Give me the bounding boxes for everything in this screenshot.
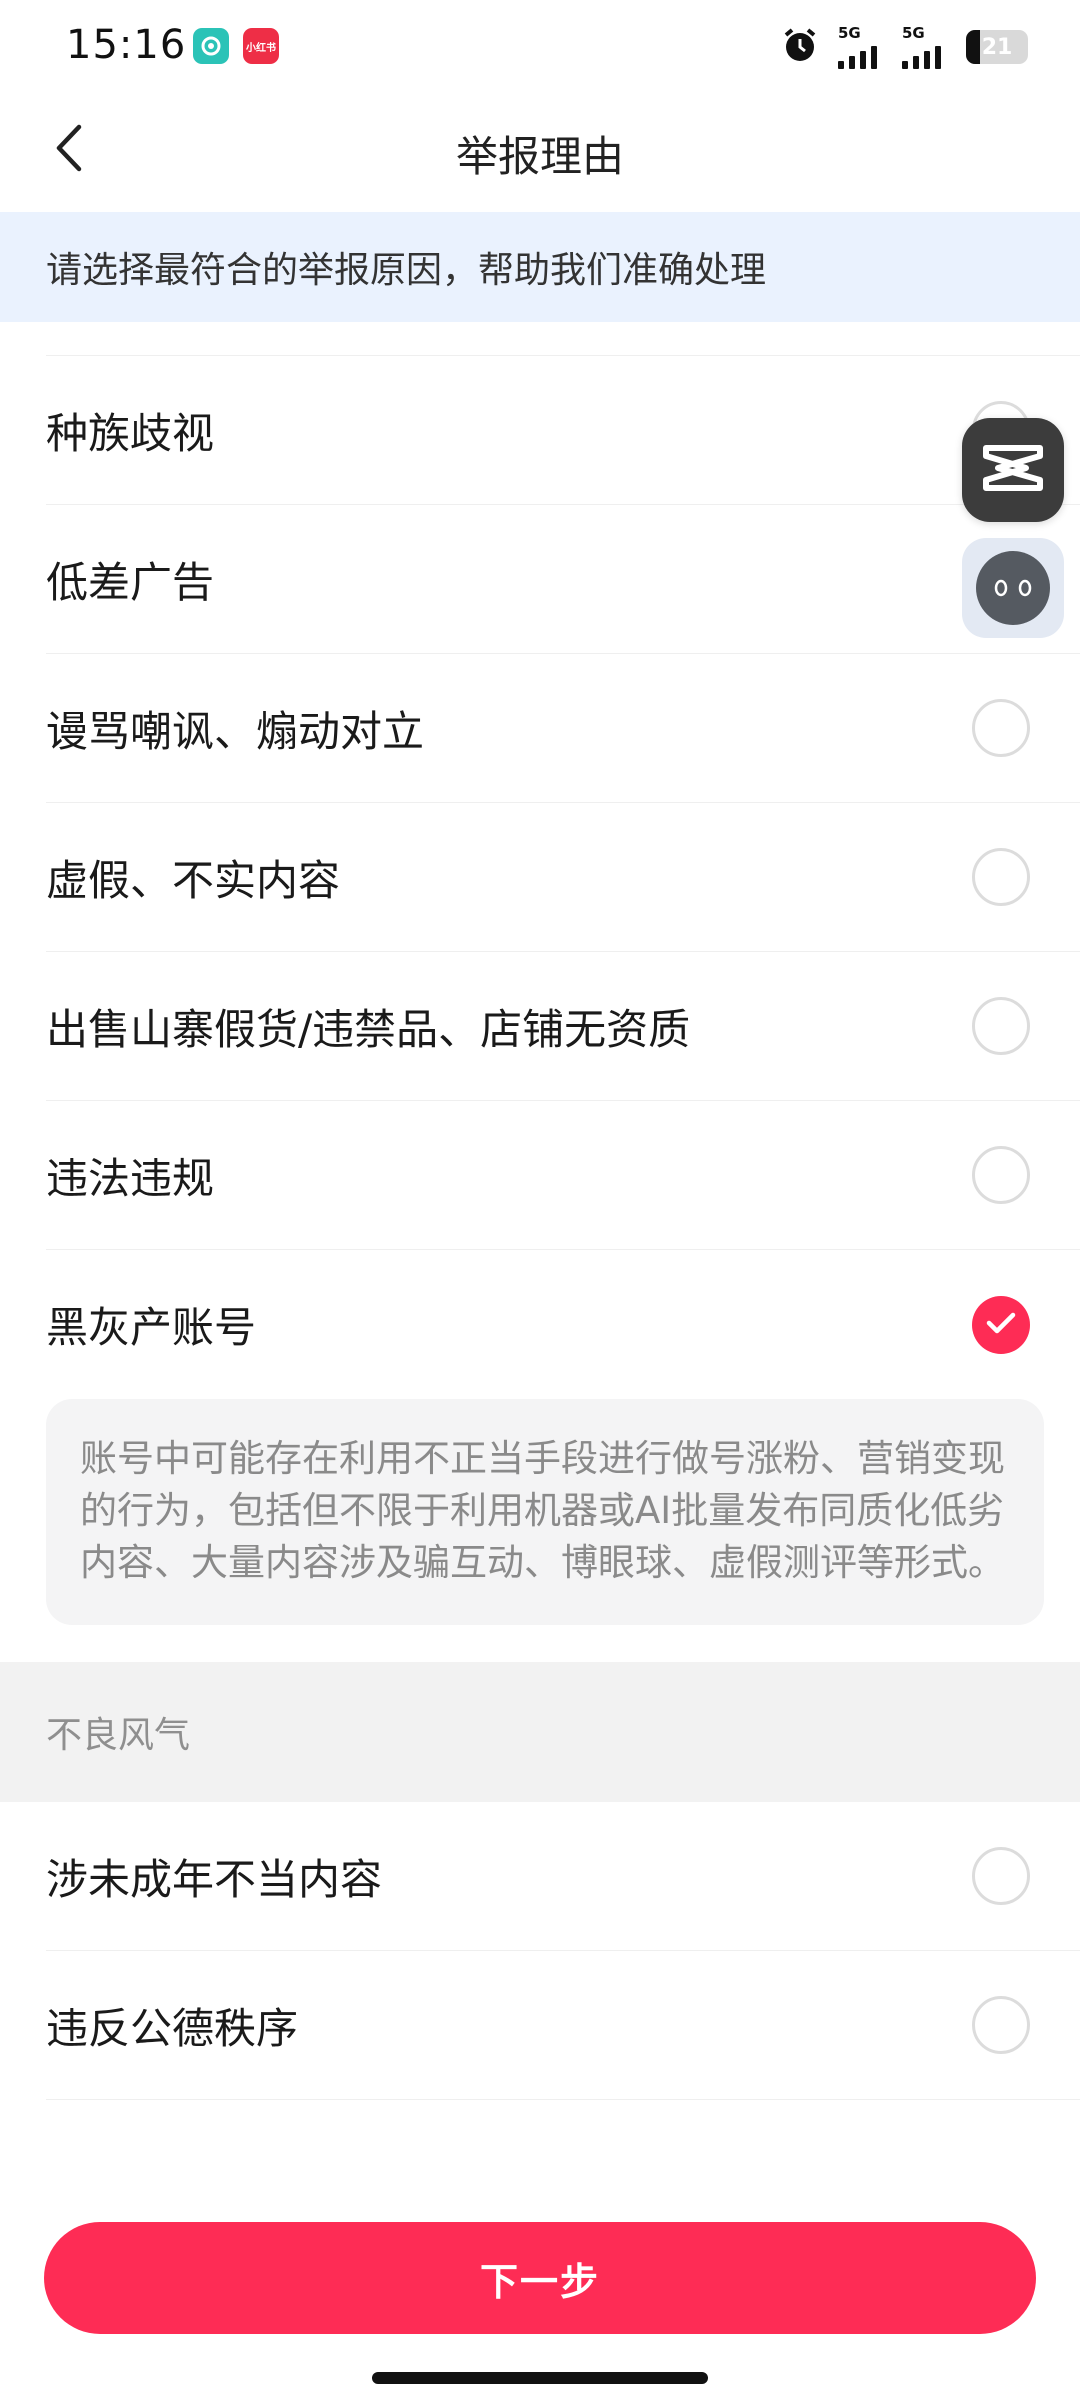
reason-label: 涉未成年不当内容 (46, 1854, 383, 1904)
status-time: 15:16 (66, 22, 187, 68)
reason-item-low-quality-ads[interactable]: 低差广告 (46, 505, 1080, 654)
reason-item-counterfeit[interactable]: 出售山寨假货/违禁品、店铺无资质 (46, 952, 1080, 1101)
reason-label: 黑灰产账号 (46, 1303, 257, 1352)
capcut-icon (980, 440, 1046, 500)
assistant-icon (976, 551, 1050, 625)
signal-1-icon: 5G (838, 25, 884, 69)
home-indicator[interactable] (372, 2372, 708, 2384)
battery-icon: 21 (966, 30, 1028, 64)
reason-label: 谩骂嘲讽、煽动对立 (46, 706, 425, 756)
reason-label: 出售山寨假货/违禁品、店铺无资质 (46, 1004, 691, 1054)
reason-label: 虚假、不实内容 (46, 855, 341, 905)
reason-list: 种族歧视 低差广告 谩骂嘲讽、煽动对立 虚假、不实内容 出售山寨假货/违禁品、店… (0, 322, 1080, 2100)
radio-button[interactable] (972, 1146, 1030, 1204)
reason-label: 低差广告 (46, 557, 215, 607)
check-icon (986, 1311, 1016, 1339)
reason-item-racial-discrimination[interactable]: 种族歧视 (46, 356, 1080, 505)
reason-item-black-grey-account[interactable]: 黑灰产账号 (46, 1250, 1080, 1399)
reason-label: 种族歧视 (46, 408, 215, 458)
battery-level: 21 (981, 34, 1013, 60)
notice-banner: 请选择最符合的举报原因，帮助我们准确处理 (0, 212, 1080, 322)
list-divider (46, 322, 1080, 356)
signal-2-icon: 5G (902, 25, 948, 69)
reason-item-abuse[interactable]: 谩骂嘲讽、煽动对立 (46, 654, 1080, 803)
page-header: 举报理由 (0, 95, 1080, 210)
reason-item-public-morality[interactable]: 违反公德秩序 (46, 1951, 1080, 2100)
capcut-floating-button[interactable] (962, 418, 1064, 522)
reason-item-false-content[interactable]: 虚假、不实内容 (46, 803, 1080, 952)
selected-reason-description: 账号中可能存在利用不正当手段进行做号涨粉、营销变现的行为，包括但不限于利用机器或… (46, 1399, 1044, 1625)
status-bar: 15:16 小红书 5G 5G 21 (0, 0, 1080, 95)
reason-label: 违反公德秩序 (46, 2003, 299, 2053)
status-indicators: 5G 5G 21 (780, 22, 1028, 72)
section-header-bad-culture: 不良风气 (0, 1662, 1080, 1802)
alarm-icon (780, 25, 820, 69)
xiaohongshu-badge-label: 小红书 (246, 42, 276, 54)
radio-button[interactable] (972, 1996, 1030, 2054)
reason-item-minor-content[interactable]: 涉未成年不当内容 (46, 1802, 1080, 1951)
radio-button[interactable] (972, 997, 1030, 1055)
reason-label: 违法违规 (46, 1153, 215, 1203)
next-step-button[interactable]: 下一步 (44, 2222, 1036, 2334)
section-title: 不良风气 (46, 1715, 191, 1756)
bottom-action-bar: 下一步 (0, 2196, 1080, 2400)
radio-button[interactable] (972, 848, 1030, 906)
description-text: 账号中可能存在利用不正当手段进行做号涨粉、营销变现的行为，包括但不限于利用机器或… (80, 1437, 1005, 1584)
app-notification-icon (193, 28, 229, 64)
signal-2-label: 5G (902, 24, 925, 42)
radio-button[interactable] (972, 1847, 1030, 1905)
notice-text: 请选择最符合的举报原因，帮助我们准确处理 (46, 250, 767, 291)
reason-item-illegal[interactable]: 违法违规 (46, 1101, 1080, 1250)
radio-button[interactable] (972, 699, 1030, 757)
xiaohongshu-notification-icon: 小红书 (243, 28, 279, 64)
page-title: 举报理由 (455, 132, 624, 181)
radio-button-checked[interactable] (972, 1295, 1030, 1354)
signal-1-label: 5G (838, 24, 861, 42)
assistant-floating-button[interactable] (962, 538, 1064, 638)
